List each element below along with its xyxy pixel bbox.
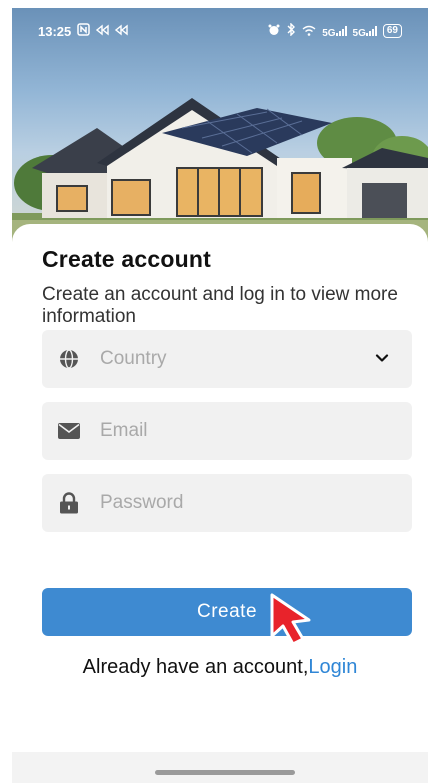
hero-image: 13:25 5G 5G 69 (12, 8, 428, 248)
globe-icon (56, 346, 82, 372)
system-nav-bar (12, 752, 428, 783)
create-account-card: Create account Create an account and log… (12, 224, 428, 783)
page-subtitle: Create an account and log in to view mor… (42, 284, 398, 327)
status-time: 13:25 (38, 23, 72, 39)
password-field[interactable] (42, 474, 412, 532)
password-input[interactable] (100, 492, 350, 514)
login-prompt: Already have an account,Login (12, 656, 428, 679)
vpn-icon (96, 24, 109, 39)
page-title: Create account (42, 246, 211, 272)
bluetooth-icon (286, 22, 296, 39)
signal-5g-icon: 5G (353, 24, 377, 39)
email-field[interactable] (42, 402, 412, 460)
lock-icon (56, 490, 82, 516)
create-button[interactable]: Create (42, 588, 412, 636)
mail-icon (56, 418, 82, 444)
wifi-icon (302, 24, 316, 39)
login-prompt-text: Already have an account, (82, 656, 309, 678)
country-select[interactable] (42, 330, 412, 388)
alarm-icon (268, 24, 280, 39)
country-input[interactable] (100, 348, 350, 370)
battery-indicator: 69 (382, 24, 402, 38)
home-indicator[interactable] (155, 770, 295, 775)
cursor-arrow-icon (270, 593, 311, 646)
login-link[interactable]: Login (308, 656, 357, 678)
nfc-icon (77, 23, 90, 39)
chevron-down-icon[interactable] (374, 350, 390, 371)
vpn-icon (115, 24, 128, 39)
email-input[interactable] (100, 420, 350, 442)
signal-5g-icon: 5G (322, 24, 347, 39)
status-bar: 13:25 5G 5G 69 (12, 8, 428, 54)
